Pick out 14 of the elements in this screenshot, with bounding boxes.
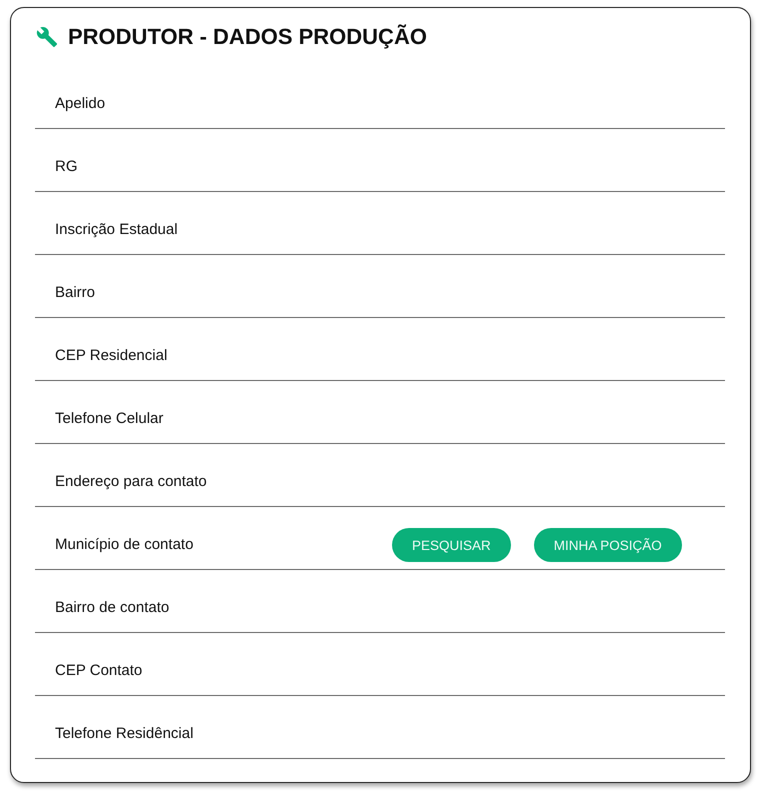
input-field[interactable]: Telefone Residêncial xyxy=(35,696,725,759)
input-field[interactable]: Bairro de contato xyxy=(35,570,725,633)
wrench-icon xyxy=(36,26,58,48)
form-title: PRODUTOR - DADOS PRODUÇÃO xyxy=(68,24,427,50)
input-field[interactable]: Telefone Celular xyxy=(35,381,725,444)
input-field[interactable]: Endereço para contato xyxy=(35,444,725,507)
action-button[interactable]: MINHA POSIÇÃO xyxy=(534,528,682,562)
input-field[interactable]: Apelido xyxy=(35,66,725,129)
input-field[interactable]: CEP Residencial xyxy=(35,318,725,381)
input-field[interactable]: RG xyxy=(35,129,725,192)
action-button[interactable]: PESQUISAR xyxy=(392,528,511,562)
input-field[interactable]: CEP Contato xyxy=(35,633,725,696)
input-field[interactable]: Bairro xyxy=(35,255,725,318)
input-field[interactable]: Inscrição Estadual xyxy=(35,192,725,255)
